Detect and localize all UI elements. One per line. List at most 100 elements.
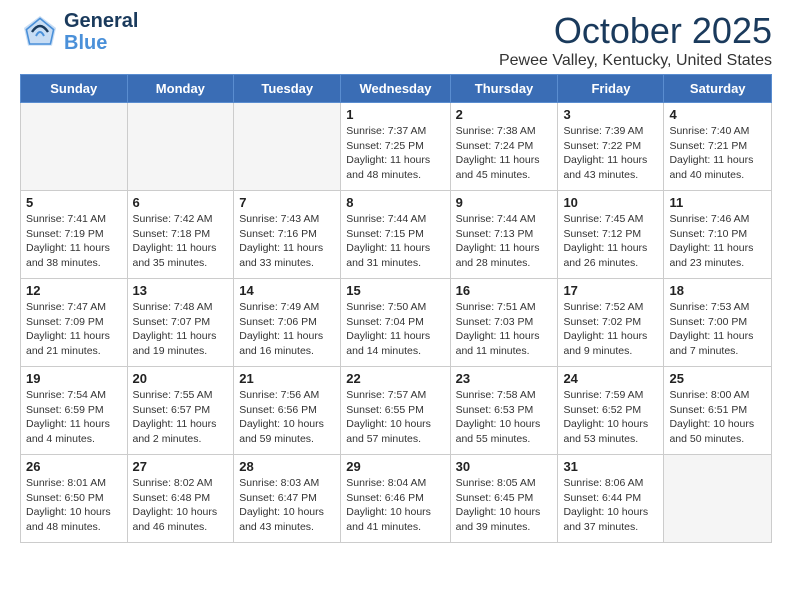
calendar-day-header: Sunday bbox=[21, 75, 128, 103]
day-info: Sunrise: 8:01 AM Sunset: 6:50 PM Dayligh… bbox=[26, 476, 122, 535]
day-number: 22 bbox=[346, 371, 444, 386]
day-info: Sunrise: 7:54 AM Sunset: 6:59 PM Dayligh… bbox=[26, 388, 122, 447]
calendar-cell: 8Sunrise: 7:44 AM Sunset: 7:15 PM Daylig… bbox=[341, 191, 450, 279]
day-info: Sunrise: 7:44 AM Sunset: 7:13 PM Dayligh… bbox=[456, 212, 553, 271]
calendar-header-row: SundayMondayTuesdayWednesdayThursdayFrid… bbox=[21, 75, 772, 103]
day-info: Sunrise: 7:50 AM Sunset: 7:04 PM Dayligh… bbox=[346, 300, 444, 359]
day-number: 27 bbox=[133, 459, 229, 474]
day-number: 15 bbox=[346, 283, 444, 298]
calendar-cell: 10 Sunrise: 7:45 AM Sunset: 7:12 PM Dayli… bbox=[558, 191, 664, 279]
day-number: 19 bbox=[26, 371, 122, 386]
calendar-cell: 31 Sunrise: 8:06 AM Sunset: 6:44 PM Dayli… bbox=[558, 455, 664, 543]
header: General Blue October 2025 Pewee Valley, … bbox=[20, 10, 772, 70]
calendar-week-row: 5 Sunrise: 7:41 AM Sunset: 7:19 PM Daylig… bbox=[21, 191, 772, 279]
calendar-cell: 11Sunrise: 7:46 AM Sunset: 7:10 PM Dayli… bbox=[664, 191, 772, 279]
calendar-cell: 20Sunrise: 7:55 AM Sunset: 6:57 PM Dayli… bbox=[127, 367, 234, 455]
calendar-cell: 21Sunrise: 7:56 AM Sunset: 6:56 PM Dayli… bbox=[234, 367, 341, 455]
calendar-day-header: Wednesday bbox=[341, 75, 450, 103]
logo: General Blue bbox=[20, 10, 138, 54]
day-info: Sunrise: 7:44 AM Sunset: 7:15 PM Dayligh… bbox=[346, 212, 444, 271]
day-number: 5 bbox=[26, 195, 122, 210]
calendar-week-row: 12 Sunrise: 7:47 AM Sunset: 7:09 PM Dayli… bbox=[21, 279, 772, 367]
day-info: Sunrise: 7:37 AM Sunset: 7:25 PM Dayligh… bbox=[346, 124, 444, 183]
day-number: 28 bbox=[239, 459, 335, 474]
calendar-cell: 12 Sunrise: 7:47 AM Sunset: 7:09 PM Dayli… bbox=[21, 279, 128, 367]
day-number: 24 bbox=[563, 371, 658, 386]
day-number: 26 bbox=[26, 459, 122, 474]
day-number: 12 bbox=[26, 283, 122, 298]
title-block: October 2025 Pewee Valley, Kentucky, Uni… bbox=[499, 10, 772, 70]
calendar-week-row: 1 Sunrise: 7:37 AM Sunset: 7:25 PM Daylig… bbox=[21, 103, 772, 191]
location: Pewee Valley, Kentucky, United States bbox=[499, 52, 772, 70]
calendar-week-row: 26 Sunrise: 8:01 AM Sunset: 6:50 PM Dayli… bbox=[21, 455, 772, 543]
calendar-cell bbox=[127, 103, 234, 191]
calendar-cell: 2 Sunrise: 7:38 AM Sunset: 7:24 PM Daylig… bbox=[450, 103, 558, 191]
logo-icon bbox=[20, 12, 60, 52]
calendar-cell: 3 Sunrise: 7:39 AM Sunset: 7:22 PM Daylig… bbox=[558, 103, 664, 191]
day-info: Sunrise: 7:52 AM Sunset: 7:02 PM Dayligh… bbox=[563, 300, 658, 359]
day-number: 13 bbox=[133, 283, 229, 298]
day-info: Sunrise: 7:45 AM Sunset: 7:12 PM Dayligh… bbox=[563, 212, 658, 271]
day-info: Sunrise: 7:40 AM Sunset: 7:21 PM Dayligh… bbox=[669, 124, 766, 183]
calendar-cell bbox=[664, 455, 772, 543]
calendar-cell: 17 Sunrise: 7:52 AM Sunset: 7:02 PM Dayli… bbox=[558, 279, 664, 367]
day-info: Sunrise: 7:57 AM Sunset: 6:55 PM Dayligh… bbox=[346, 388, 444, 447]
calendar-cell: 15 Sunrise: 7:50 AM Sunset: 7:04 PM Dayli… bbox=[341, 279, 450, 367]
calendar-cell: 29 Sunrise: 8:04 AM Sunset: 6:46 PM Dayli… bbox=[341, 455, 450, 543]
day-info: Sunrise: 7:49 AM Sunset: 7:06 PM Dayligh… bbox=[239, 300, 335, 359]
day-info: Sunrise: 8:02 AM Sunset: 6:48 PM Dayligh… bbox=[133, 476, 229, 535]
calendar-cell: 16 Sunrise: 7:51 AM Sunset: 7:03 PM Dayli… bbox=[450, 279, 558, 367]
day-number: 9 bbox=[456, 195, 553, 210]
calendar-table: SundayMondayTuesdayWednesdayThursdayFrid… bbox=[20, 74, 772, 543]
calendar-cell: 6 Sunrise: 7:42 AM Sunset: 7:18 PM Daylig… bbox=[127, 191, 234, 279]
day-number: 6 bbox=[133, 195, 229, 210]
calendar-cell bbox=[234, 103, 341, 191]
day-info: Sunrise: 7:47 AM Sunset: 7:09 PM Dayligh… bbox=[26, 300, 122, 359]
day-number: 14 bbox=[239, 283, 335, 298]
day-info: Sunrise: 7:39 AM Sunset: 7:22 PM Dayligh… bbox=[563, 124, 658, 183]
calendar-cell: 22 Sunrise: 7:57 AM Sunset: 6:55 PM Dayli… bbox=[341, 367, 450, 455]
day-info: Sunrise: 8:04 AM Sunset: 6:46 PM Dayligh… bbox=[346, 476, 444, 535]
calendar-day-header: Monday bbox=[127, 75, 234, 103]
day-number: 30 bbox=[456, 459, 553, 474]
calendar-week-row: 19 Sunrise: 7:54 AM Sunset: 6:59 PM Dayli… bbox=[21, 367, 772, 455]
calendar-cell bbox=[21, 103, 128, 191]
day-info: Sunrise: 7:51 AM Sunset: 7:03 PM Dayligh… bbox=[456, 300, 553, 359]
day-number: 3 bbox=[563, 107, 658, 122]
logo-blue: Blue bbox=[64, 32, 138, 54]
calendar-day-header: Tuesday bbox=[234, 75, 341, 103]
day-info: Sunrise: 7:41 AM Sunset: 7:19 PM Dayligh… bbox=[26, 212, 122, 271]
day-number: 2 bbox=[456, 107, 553, 122]
day-number: 17 bbox=[563, 283, 658, 298]
day-info: Sunrise: 8:06 AM Sunset: 6:44 PM Dayligh… bbox=[563, 476, 658, 535]
logo-text-block: General Blue bbox=[64, 10, 138, 54]
calendar-cell: 4Sunrise: 7:40 AM Sunset: 7:21 PM Daylig… bbox=[664, 103, 772, 191]
calendar-cell: 28 Sunrise: 8:03 AM Sunset: 6:47 PM Dayli… bbox=[234, 455, 341, 543]
calendar-day-header: Thursday bbox=[450, 75, 558, 103]
calendar-cell: 7 Sunrise: 7:43 AM Sunset: 7:16 PM Daylig… bbox=[234, 191, 341, 279]
day-number: 23 bbox=[456, 371, 553, 386]
day-info: Sunrise: 7:58 AM Sunset: 6:53 PM Dayligh… bbox=[456, 388, 553, 447]
calendar-cell: 5 Sunrise: 7:41 AM Sunset: 7:19 PM Daylig… bbox=[21, 191, 128, 279]
day-number: 31 bbox=[563, 459, 658, 474]
calendar-cell: 18Sunrise: 7:53 AM Sunset: 7:00 PM Dayli… bbox=[664, 279, 772, 367]
day-info: Sunrise: 7:38 AM Sunset: 7:24 PM Dayligh… bbox=[456, 124, 553, 183]
calendar-cell: 9 Sunrise: 7:44 AM Sunset: 7:13 PM Daylig… bbox=[450, 191, 558, 279]
day-number: 29 bbox=[346, 459, 444, 474]
logo-general: General bbox=[64, 10, 138, 32]
calendar-cell: 19 Sunrise: 7:54 AM Sunset: 6:59 PM Dayli… bbox=[21, 367, 128, 455]
day-number: 7 bbox=[239, 195, 335, 210]
day-info: Sunrise: 7:42 AM Sunset: 7:18 PM Dayligh… bbox=[133, 212, 229, 271]
day-number: 1 bbox=[346, 107, 444, 122]
day-number: 10 bbox=[563, 195, 658, 210]
calendar-cell: 27 Sunrise: 8:02 AM Sunset: 6:48 PM Dayli… bbox=[127, 455, 234, 543]
day-number: 16 bbox=[456, 283, 553, 298]
day-info: Sunrise: 7:55 AM Sunset: 6:57 PM Dayligh… bbox=[133, 388, 229, 447]
calendar-cell: 24Sunrise: 7:59 AM Sunset: 6:52 PM Dayli… bbox=[558, 367, 664, 455]
day-info: Sunrise: 7:48 AM Sunset: 7:07 PM Dayligh… bbox=[133, 300, 229, 359]
day-info: Sunrise: 7:43 AM Sunset: 7:16 PM Dayligh… bbox=[239, 212, 335, 271]
calendar-cell: 1 Sunrise: 7:37 AM Sunset: 7:25 PM Daylig… bbox=[341, 103, 450, 191]
day-info: Sunrise: 7:46 AM Sunset: 7:10 PM Dayligh… bbox=[669, 212, 766, 271]
day-info: Sunrise: 8:03 AM Sunset: 6:47 PM Dayligh… bbox=[239, 476, 335, 535]
day-info: Sunrise: 7:56 AM Sunset: 6:56 PM Dayligh… bbox=[239, 388, 335, 447]
